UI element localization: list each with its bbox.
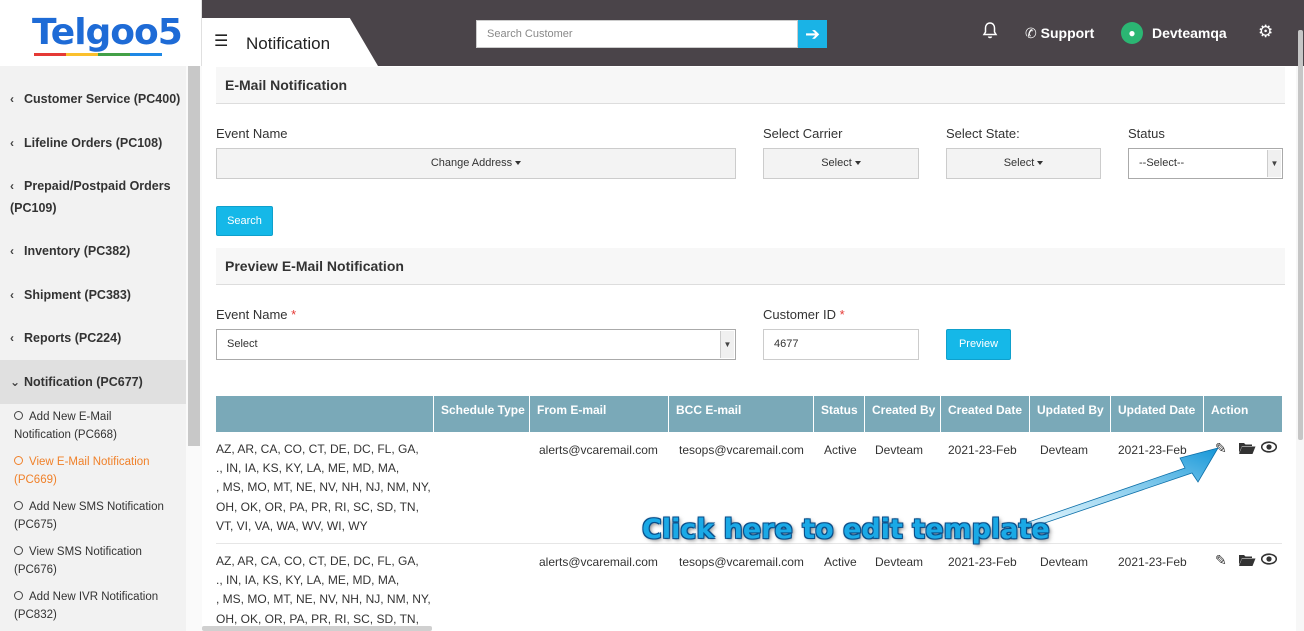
sidebar-sub-add-email[interactable]: Add New E-Mail Notification (PC668) [0,408,186,444]
chevron-left-icon: ‹ [10,288,14,302]
created-date-cell: 2021-23-Feb [948,555,1017,569]
preview-event-name-label: Event Name * [216,307,297,322]
sidebar-item-shipment[interactable]: ‹ Shipment (PC383) [0,284,186,306]
sidebar-sub-add-sms[interactable]: Add New SMS Notification (PC675) [0,498,186,534]
th-created-date[interactable]: Created Date [941,396,1030,432]
sidebar-item-notification[interactable]: ⌄ Notification (PC677) [0,360,186,404]
logo-text: Telgoo5 [32,12,183,53]
username[interactable]: Devteamqa [1152,25,1227,41]
horizontal-scrollbar-thumb[interactable] [202,626,432,631]
required-mark: * [839,307,845,322]
bcc-email-cell: tesops@vcaremail.com [679,443,804,457]
page-scrollbar-thumb[interactable] [1298,30,1303,440]
phone-icon: ✆ [1025,25,1037,41]
chevron-left-icon: ‹ [10,92,14,106]
select-state-label: Select State: [946,126,1020,141]
status-cell: Active [824,443,857,457]
event-name-dropdown[interactable]: Change Address [216,148,736,179]
from-email-cell: alerts@vcaremail.com [539,555,658,569]
sidebar-menu: ‹ Customer Service (PC400) ‹ Lifeline Orde… [0,66,186,631]
th-bcc-email[interactable]: BCC E-mail [669,396,814,432]
status-select[interactable]: --Select-- ▼ [1128,148,1283,179]
th-action: Action [1211,403,1249,417]
preview-event-name-select[interactable]: Select ▼ [216,329,736,360]
circle-icon [14,591,23,600]
telgoo5-logo[interactable]: Telgoo5 [32,12,183,56]
required-mark: * [291,307,297,322]
page-title: Notification [246,34,331,53]
circle-icon [14,546,23,555]
bell-icon[interactable] [982,22,998,45]
caret-down-icon [1037,161,1044,166]
circle-icon [14,456,23,465]
preview-email-header: Preview E-Mail Notification [216,248,1285,285]
th-updated-by[interactable]: Updated By [1030,396,1111,432]
support-link[interactable]: ✆ Support [1025,25,1094,42]
status-label: Status [1128,126,1165,141]
user-avatar-icon[interactable]: ● [1121,22,1143,44]
menu-icon[interactable]: ☰ [214,31,228,51]
preview-button[interactable]: Preview [946,329,1011,360]
annotation-text: Click here to edit template [642,514,1050,545]
chevron-left-icon: ‹ [10,331,14,345]
circle-icon [14,501,23,510]
status-cell: Active [824,555,857,569]
sidebar-item-reports[interactable]: ‹ Reports (PC224) [0,327,186,349]
select-state-dropdown[interactable]: Select [946,148,1101,179]
search-button[interactable]: Search [216,206,273,236]
sidebar-scrollbar-thumb[interactable] [188,66,200,446]
th-created-by[interactable]: Created By [865,396,941,432]
event-name-label: Event Name [216,126,288,141]
th-from-email[interactable]: From E-mail [530,396,669,432]
customer-id-input[interactable]: 4677 [763,329,919,360]
chevron-down-icon: ▼ [1267,150,1281,177]
sidebar-sub-add-ivr[interactable]: Add New IVR Notification (PC832) [0,588,186,624]
updated-by-cell: Devteam [1040,555,1089,569]
th-updated-date[interactable]: Updated Date [1111,396,1204,432]
circle-icon [14,411,23,420]
logo-area: Telgoo5 [0,0,201,66]
chevron-down-icon: ▼ [720,331,734,358]
folder-open-icon[interactable] [1238,553,1256,570]
search-customer-input[interactable] [476,20,798,48]
gear-icon[interactable]: ⚙ [1258,22,1273,42]
email-notification-header: E-Mail Notification [216,67,1285,104]
chevron-left-icon: ‹ [10,179,14,193]
pencil-icon[interactable]: ✎ [1215,552,1227,569]
select-carrier-dropdown[interactable]: Select [763,148,919,179]
caret-down-icon [515,161,522,166]
folder-open-icon[interactable] [1238,441,1256,458]
search-go-button[interactable]: ➔ [798,20,827,48]
th-schedule-type[interactable]: Schedule Type [434,396,530,432]
logo-underline [34,53,162,56]
customer-id-label: Customer ID * [763,307,845,322]
caret-down-icon [854,161,861,166]
chevron-left-icon: ‹ [10,244,14,258]
sidebar-sub-view-sms[interactable]: View SMS Notification (PC676) [0,543,186,579]
created-by-cell: Devteam [875,443,924,457]
created-date-cell: 2021-23-Feb [948,443,1017,457]
arrow-right-icon: ➔ [804,23,821,44]
sidebar-sub-view-email[interactable]: View E-Mail Notification (PC669) [0,453,186,489]
states-cell: AZ, AR, CA, CO, CT, DE, DC, FL, GA, ., I… [216,554,430,626]
th-states [216,396,434,432]
chevron-down-icon: ⌄ [10,375,21,389]
bcc-email-cell: tesops@vcaremail.com [679,555,804,569]
chevron-left-icon: ‹ [10,136,14,150]
created-by-cell: Devteam [875,555,924,569]
sidebar-item-prepaid-orders[interactable]: ‹ Prepaid/Postpaid Orders [0,175,186,197]
updated-date-cell: 2021-23-Feb [1118,555,1187,569]
sidebar-item-lifeline-orders[interactable]: ‹ Lifeline Orders (PC108) [0,132,186,154]
eye-icon[interactable] [1260,440,1278,457]
sidebar-item-inventory[interactable]: ‹ Inventory (PC382) [0,240,186,262]
eye-icon[interactable] [1260,552,1278,569]
states-cell: AZ, AR, CA, CO, CT, DE, DC, FL, GA, ., I… [216,442,430,533]
from-email-cell: alerts@vcaremail.com [539,443,658,457]
sidebar-item-customer-service[interactable]: ‹ Customer Service (PC400) [0,88,186,110]
select-carrier-label: Select Carrier [763,126,843,141]
th-status[interactable]: Status [814,396,865,432]
sidebar-item-prepaid-orders-code[interactable]: (PC109) [0,197,186,219]
